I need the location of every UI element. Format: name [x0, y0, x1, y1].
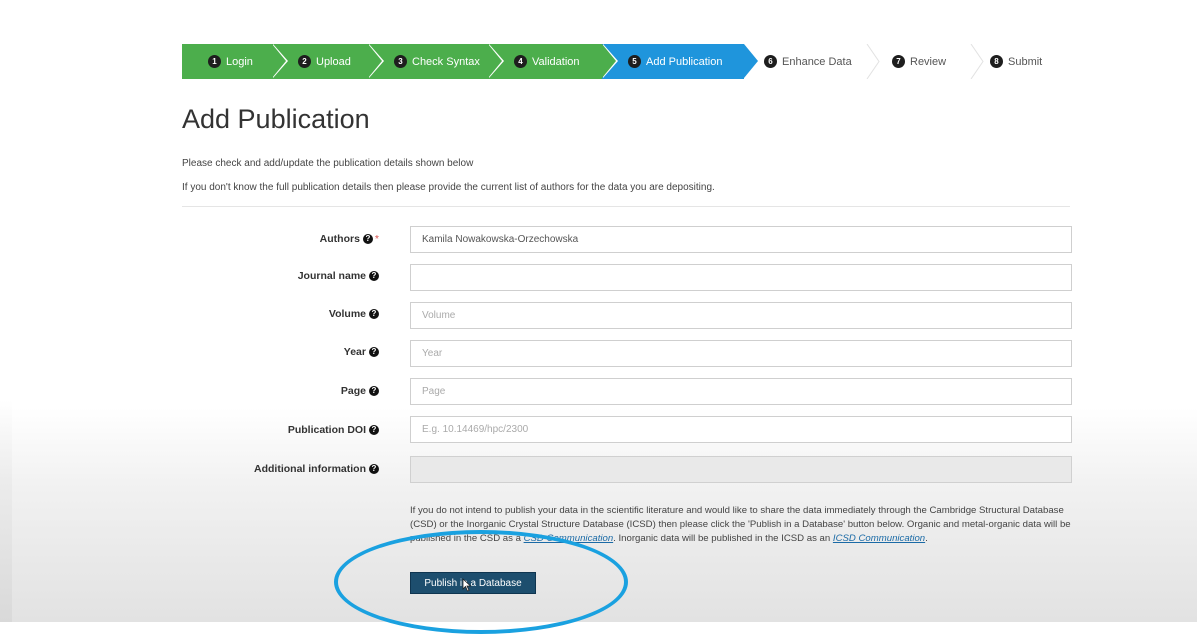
icsd-communication-link[interactable]: ICSD Communication — [833, 533, 925, 544]
mouse-pointer-icon — [462, 578, 472, 592]
step-check-syntax[interactable]: 3 Check Syntax — [368, 44, 504, 79]
publish-note: If you do not intend to publish your dat… — [410, 505, 1071, 544]
wizard-steps: 1 Login 2 Upload 3 Check Syntax 4 Valida… — [182, 44, 1062, 79]
required-marker: * — [374, 233, 379, 245]
additional-information-field[interactable] — [410, 456, 1072, 483]
page-field[interactable] — [410, 378, 1072, 405]
step-number: 5 — [628, 55, 641, 68]
authors-field[interactable] — [410, 226, 1072, 253]
step-number: 2 — [298, 55, 311, 68]
journal-name-field[interactable] — [410, 264, 1072, 291]
step-number: 1 — [208, 55, 221, 68]
additional-information-label: Additional information? — [254, 463, 379, 475]
step-label: Submit — [1008, 55, 1043, 68]
step-review[interactable]: 7 Review — [876, 44, 972, 79]
question-circle-icon[interactable]: ? — [369, 347, 379, 358]
publish-in-database-button[interactable]: Publish in a Database — [410, 572, 536, 594]
divider — [182, 206, 1070, 207]
step-number: 7 — [892, 55, 905, 68]
year-label: Year? — [344, 346, 379, 358]
step-add-publication[interactable]: 5 Add Publication — [602, 44, 760, 79]
step-number: 8 — [990, 55, 1003, 68]
publication-doi-label: Publication DOI? — [288, 424, 379, 436]
step-label: Upload — [316, 55, 351, 68]
csd-communication-link[interactable]: CSD Communication — [524, 533, 614, 544]
intro-text: Please check and add/update the publicat… — [182, 158, 474, 169]
question-circle-icon[interactable]: ? — [369, 425, 379, 436]
step-label: Login — [226, 55, 253, 68]
year-field[interactable] — [410, 340, 1072, 367]
question-circle-icon[interactable]: ? — [369, 309, 379, 320]
step-login[interactable]: 1 Login — [182, 44, 288, 79]
question-circle-icon[interactable]: ? — [369, 386, 379, 397]
question-circle-icon[interactable]: ? — [362, 234, 373, 245]
step-label: Validation — [532, 55, 580, 68]
step-submit[interactable]: 8 Submit — [980, 44, 1062, 79]
step-number: 6 — [764, 55, 777, 68]
step-label: Review — [910, 55, 947, 68]
publication-doi-field[interactable] — [410, 416, 1072, 443]
step-label: Enhance Data — [782, 55, 852, 68]
intro-text: If you don't know the full publication d… — [182, 182, 715, 193]
step-label: Check Syntax — [412, 55, 480, 68]
step-number: 4 — [514, 55, 527, 68]
step-validation[interactable]: 4 Validation — [488, 44, 618, 79]
question-circle-icon[interactable]: ? — [369, 271, 379, 282]
step-label: Add Publication — [646, 55, 723, 68]
authors-label: Authors? * — [319, 233, 379, 245]
question-circle-icon[interactable]: ? — [369, 464, 379, 475]
journal-name-label: Journal name? — [298, 270, 379, 282]
step-number: 3 — [394, 55, 407, 68]
step-enhance-data[interactable]: 6 Enhance Data — [744, 44, 864, 79]
volume-label: Volume? — [329, 308, 379, 320]
volume-field[interactable] — [410, 302, 1072, 329]
page-label: Page? — [341, 385, 379, 397]
page-title: Add Publication — [182, 104, 370, 134]
